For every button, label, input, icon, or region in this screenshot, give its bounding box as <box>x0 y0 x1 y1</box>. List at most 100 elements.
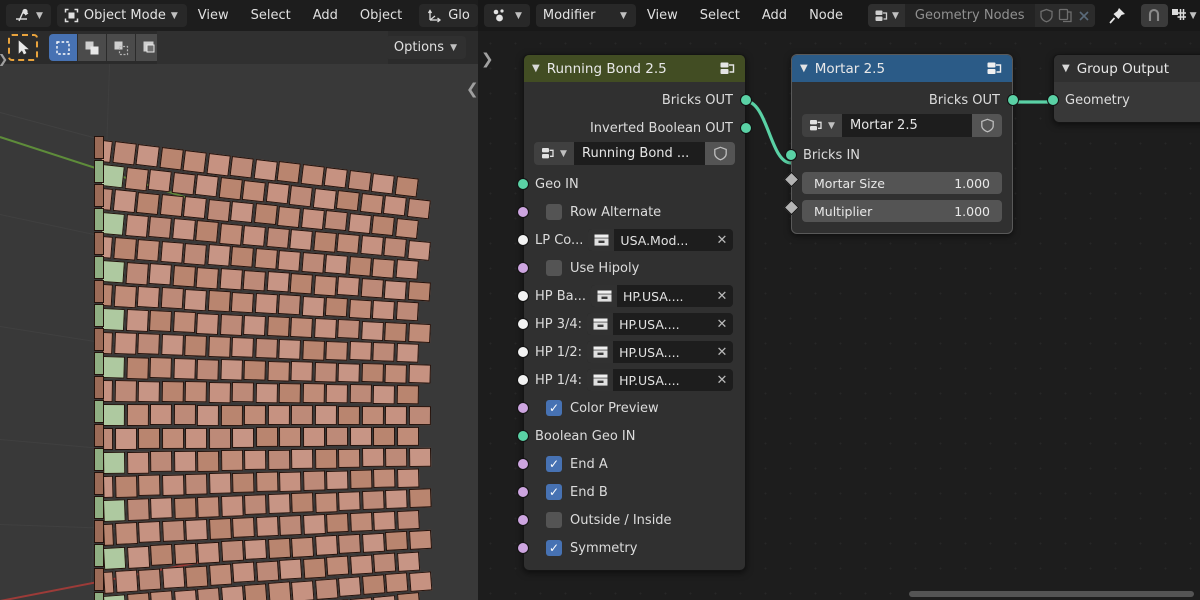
running-bond-object-name[interactable]: HP.USA.... <box>613 345 711 360</box>
menu-add[interactable]: Add <box>302 4 349 27</box>
running-bond-checkbox[interactable]: ✓ <box>546 456 562 472</box>
options-dropdown[interactable]: Options ▼ <box>384 36 466 59</box>
menu-object[interactable]: Object <box>349 4 413 27</box>
fake-user-icon[interactable] <box>980 118 995 133</box>
menu-view[interactable]: View <box>187 4 240 27</box>
running-bond-input-socket-0[interactable] <box>517 178 529 190</box>
running-bond-output-socket-1[interactable] <box>740 122 752 134</box>
running-bond-object-name[interactable]: HP.USA.... <box>613 317 711 332</box>
node-mortar-header[interactable]: ▼ Mortar 2.5 <box>792 55 1012 82</box>
running-bond-checkbox[interactable] <box>546 260 562 276</box>
brick-wall-object[interactable] <box>0 64 478 600</box>
running-bond-input-socket-8[interactable] <box>517 402 529 414</box>
mortar-value-slider[interactable]: Mortar Size 1.000 <box>802 172 1002 194</box>
browse-nodegroup-button[interactable]: ▼ <box>868 4 905 27</box>
node-menu-add[interactable]: Add <box>751 4 798 27</box>
mortar-input-socket-0[interactable] <box>785 149 797 161</box>
pin-icon[interactable] <box>1108 6 1127 25</box>
select-extend-button[interactable] <box>78 34 107 61</box>
running-bond-input-socket-10[interactable] <box>517 458 529 470</box>
node-running-bond-header[interactable]: ▼ Running Bond 2.5 <box>524 55 745 82</box>
open-sidebar-right-arrow[interactable]: ❮ <box>466 80 479 98</box>
open-sidebar-left-arrow[interactable]: ❯ <box>481 50 494 68</box>
running-bond-input-socket-6[interactable] <box>517 346 529 358</box>
running-bond-output-socket-0[interactable] <box>740 94 752 106</box>
running-bond-browse-button[interactable]: ▼ <box>534 142 574 165</box>
mortar-fake-user-button[interactable] <box>972 114 1002 137</box>
object-browse-button[interactable] <box>587 313 614 335</box>
transform-orientation-dropdown[interactable]: Glo <box>419 4 478 27</box>
clear-object-icon[interactable]: ✕ <box>711 345 733 360</box>
new-copy-icon[interactable] <box>1058 8 1073 23</box>
node-editor-type-button[interactable]: ▼ <box>484 4 530 27</box>
running-bond-object-name[interactable]: HP.USA.... <box>613 373 711 388</box>
active-tool-button[interactable] <box>8 34 38 61</box>
snap-button[interactable] <box>1140 4 1168 27</box>
running-bond-input-socket-11[interactable] <box>517 486 529 498</box>
node-group-output[interactable]: ▼ Group Output Geometry <box>1047 54 1200 123</box>
running-bond-input-socket-7[interactable] <box>517 374 529 386</box>
running-bond-input-socket-9[interactable] <box>517 430 529 442</box>
fake-user-icon[interactable] <box>713 146 728 161</box>
object-browse-button[interactable] <box>587 341 614 363</box>
node-menu-node[interactable]: Node <box>798 4 854 27</box>
node-menu-select[interactable]: Select <box>689 4 751 27</box>
editor-type-button[interactable]: ▼ <box>6 4 51 27</box>
running-bond-checkbox-wrap[interactable]: Outside / Inside <box>524 512 672 528</box>
running-bond-object-field[interactable]: USA.Mod... ✕ <box>588 229 733 251</box>
running-bond-checkbox-wrap[interactable]: ✓ Color Preview <box>524 400 659 416</box>
mortar-value-slider[interactable]: Multiplier 1.000 <box>802 200 1002 222</box>
running-bond-checkbox[interactable]: ✓ <box>546 540 562 556</box>
chevron-down-icon[interactable]: ▼ <box>532 63 540 74</box>
running-bond-checkbox[interactable] <box>546 204 562 220</box>
object-browse-button[interactable] <box>588 229 615 251</box>
clear-object-icon[interactable]: ✕ <box>711 317 733 332</box>
running-bond-input-socket-13[interactable] <box>517 542 529 554</box>
running-bond-checkbox[interactable] <box>546 512 562 528</box>
running-bond-fake-user-button[interactable] <box>705 142 735 165</box>
mortar-browse-button[interactable]: ▼ <box>802 114 842 137</box>
running-bond-datablock-name[interactable]: Running Bond ... <box>574 142 705 165</box>
nodegroup-name[interactable]: Geometry Nodes <box>905 8 1035 23</box>
node-mode-dropdown[interactable]: Modifier ▼ <box>535 4 636 27</box>
running-bond-checkbox-wrap[interactable]: Use Hipoly <box>524 260 639 276</box>
horizontal-scrollbar[interactable] <box>909 591 1194 597</box>
object-browse-button[interactable] <box>587 369 614 391</box>
running-bond-object-name[interactable]: USA.Mod... <box>614 233 711 248</box>
node-mortar[interactable]: ▼ Mortar 2.5 Bricks OUT ▼ Mortar 2.5 Bri… <box>783 54 1019 234</box>
running-bond-input-socket-4[interactable] <box>517 290 529 302</box>
running-bond-object-field[interactable]: HP.USA.... ✕ <box>591 285 733 307</box>
fake-user-icon[interactable] <box>1039 8 1054 23</box>
group-output-socket-0[interactable] <box>1047 94 1059 106</box>
object-browse-button[interactable] <box>591 285 618 307</box>
running-bond-checkbox[interactable]: ✓ <box>546 484 562 500</box>
open-toolbar-arrow[interactable]: ❯ <box>0 52 8 66</box>
object-mode-dropdown[interactable]: Object Mode ▼ <box>56 4 187 27</box>
running-bond-checkbox[interactable]: ✓ <box>546 400 562 416</box>
running-bond-object-field[interactable]: HP.USA.... ✕ <box>587 341 733 363</box>
unlink-icon[interactable] <box>1077 9 1091 23</box>
node-menu-view[interactable]: View <box>636 4 689 27</box>
running-bond-object-field[interactable]: HP.USA.... ✕ <box>587 313 733 335</box>
running-bond-object-name[interactable]: HP.USA.... <box>617 289 711 304</box>
chevron-down-icon[interactable]: ▼ <box>1062 63 1070 74</box>
menu-select[interactable]: Select <box>240 4 302 27</box>
running-bond-input-socket-2[interactable] <box>517 234 529 246</box>
viewport-3d-scene[interactable] <box>0 64 478 600</box>
running-bond-checkbox-wrap[interactable]: Row Alternate <box>524 204 661 220</box>
running-bond-input-socket-3[interactable] <box>517 262 529 274</box>
clear-object-icon[interactable]: ✕ <box>711 289 733 304</box>
select-subtract-button[interactable] <box>107 34 136 61</box>
running-bond-checkbox-wrap[interactable]: ✓ Symmetry <box>524 540 637 556</box>
running-bond-checkbox-wrap[interactable]: ✓ End B <box>524 484 608 500</box>
clear-object-icon[interactable]: ✕ <box>711 233 733 248</box>
overlays-dropdown[interactable]: ▼ <box>1171 8 1197 24</box>
running-bond-input-socket-5[interactable] <box>517 318 529 330</box>
mortar-output-socket-0[interactable] <box>1007 94 1019 106</box>
running-bond-input-socket-12[interactable] <box>517 514 529 526</box>
clear-object-icon[interactable]: ✕ <box>711 373 733 388</box>
running-bond-checkbox-wrap[interactable]: ✓ End A <box>524 456 608 472</box>
node-canvas[interactable]: ▼ Running Bond 2.5 Bricks OUT Inverted Bo… <box>478 31 1200 600</box>
running-bond-input-socket-1[interactable] <box>517 206 529 218</box>
node-group-output-header[interactable]: ▼ Group Output <box>1054 55 1200 82</box>
